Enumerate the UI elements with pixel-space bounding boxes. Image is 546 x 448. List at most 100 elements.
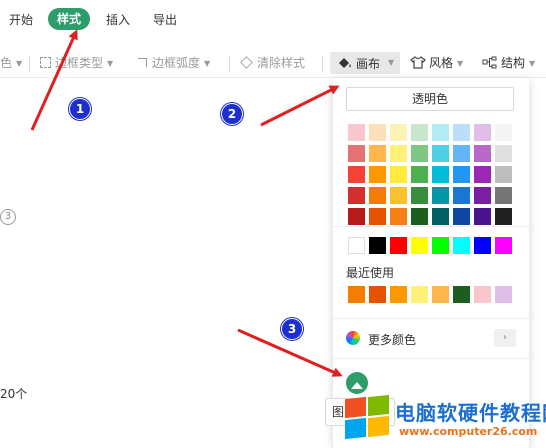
- color-swatch[interactable]: [348, 286, 365, 303]
- color-swatch[interactable]: [495, 166, 512, 183]
- color-wheel-icon: [346, 331, 360, 345]
- windows-logo-icon: [343, 394, 391, 440]
- more-colors-button[interactable]: 更多颜色 ›: [346, 329, 516, 349]
- color-swatch[interactable]: [453, 208, 470, 225]
- eraser-icon: [240, 56, 253, 69]
- watermark: 电脑软硬件教程网 www.computer26.com: [343, 392, 546, 448]
- color-swatch[interactable]: [474, 187, 491, 204]
- image-icon[interactable]: [346, 372, 368, 394]
- watermark-title: 电脑软硬件教程网: [395, 401, 546, 425]
- color-swatch[interactable]: [432, 286, 449, 303]
- color-swatch[interactable]: [348, 124, 365, 141]
- color-swatch[interactable]: [348, 237, 365, 254]
- color-swatch[interactable]: [369, 124, 386, 141]
- color-swatch[interactable]: [369, 145, 386, 162]
- color-swatch[interactable]: [390, 166, 407, 183]
- color-swatch[interactable]: [348, 166, 365, 183]
- color-swatch[interactable]: [474, 208, 491, 225]
- color-swatch[interactable]: [453, 286, 470, 303]
- color-swatch[interactable]: [474, 286, 491, 303]
- more-colors-label: 更多颜色: [368, 333, 417, 347]
- color-swatch[interactable]: [453, 187, 470, 204]
- color-swatch[interactable]: [411, 124, 428, 141]
- color-swatch[interactable]: [348, 145, 365, 162]
- color-swatch[interactable]: [495, 237, 512, 254]
- color-swatch[interactable]: [474, 145, 491, 162]
- color-swatch[interactable]: [348, 187, 365, 204]
- color-swatch[interactable]: [390, 237, 407, 254]
- color-swatch[interactable]: [495, 124, 512, 141]
- color-swatch[interactable]: [432, 145, 449, 162]
- color-swatch[interactable]: [390, 208, 407, 225]
- chevron-down-icon: ▼: [204, 58, 211, 68]
- color-swatch[interactable]: [411, 237, 428, 254]
- dashed-border-icon: [40, 57, 51, 68]
- color-swatch[interactable]: [411, 208, 428, 225]
- color-swatch[interactable]: [369, 166, 386, 183]
- toolbar-divider: [322, 56, 323, 72]
- color-swatch[interactable]: [432, 237, 449, 254]
- color-swatch[interactable]: [369, 237, 386, 254]
- color-swatch[interactable]: [411, 286, 428, 303]
- chevron-down-icon: ▼: [529, 58, 536, 68]
- tab-start[interactable]: 开始: [9, 11, 33, 28]
- structure-button[interactable]: 结构 ▼: [482, 54, 535, 72]
- color-swatch[interactable]: [390, 145, 407, 162]
- color-swatch[interactable]: [453, 237, 470, 254]
- clear-style-label: 清除样式: [257, 56, 306, 70]
- color-swatch[interactable]: [390, 286, 407, 303]
- color-swatch[interactable]: [495, 145, 512, 162]
- border-type-button[interactable]: 边框类型 ▼: [40, 54, 113, 72]
- chevron-right-icon: ›: [494, 329, 516, 347]
- tab-export[interactable]: 导出: [153, 11, 177, 28]
- color-swatch[interactable]: [390, 187, 407, 204]
- color-swatch[interactable]: [390, 124, 407, 141]
- transparent-color-button[interactable]: 透明色: [346, 87, 514, 111]
- color-swatch[interactable]: [495, 286, 512, 303]
- color-swatch[interactable]: [369, 208, 386, 225]
- step-badge-3: 3: [281, 318, 303, 340]
- arrow-to-canvas-button: [260, 85, 340, 127]
- border-radius-button[interactable]: 边框弧度 ▼: [138, 54, 210, 72]
- menu-bar: 开始 样式 插入 导出: [0, 0, 546, 38]
- color-swatch[interactable]: [495, 187, 512, 204]
- color-swatch[interactable]: [369, 187, 386, 204]
- toolbar-divider: [29, 56, 30, 72]
- border-type-label: 边框类型: [55, 56, 104, 70]
- border-radius-label: 边框弧度: [152, 56, 201, 70]
- step-badge-1: 1: [69, 98, 91, 120]
- circled-marker: 3: [0, 209, 16, 225]
- recent-divider: [333, 318, 529, 319]
- tab-style[interactable]: 样式: [48, 8, 91, 30]
- color-swatch[interactable]: [411, 166, 428, 183]
- clear-style-button[interactable]: 清除样式: [240, 54, 306, 72]
- color-swatch[interactable]: [411, 187, 428, 204]
- color-swatch[interactable]: [474, 237, 491, 254]
- color-swatch[interactable]: [453, 145, 470, 162]
- toolbar-color-partial[interactable]: 色 ▼: [0, 54, 22, 72]
- canvas-button[interactable]: 画布 ▼: [330, 52, 400, 74]
- color-swatch[interactable]: [432, 124, 449, 141]
- step-badge-2: 2: [221, 103, 243, 125]
- color-swatch[interactable]: [474, 124, 491, 141]
- count-text: 20个: [0, 387, 28, 401]
- tab-insert[interactable]: 插入: [106, 11, 130, 28]
- color-swatch[interactable]: [369, 286, 386, 303]
- canvas-label: 画布: [356, 57, 381, 71]
- color-swatch[interactable]: [453, 166, 470, 183]
- toolbar-divider: [229, 56, 230, 72]
- color-swatch[interactable]: [453, 124, 470, 141]
- arrow-to-style-tab: [30, 29, 78, 131]
- style-button[interactable]: 风格 ▼: [410, 54, 463, 72]
- color-swatch[interactable]: [411, 145, 428, 162]
- color-swatch[interactable]: [474, 166, 491, 183]
- color-swatch[interactable]: [348, 208, 365, 225]
- color-swatch[interactable]: [495, 208, 512, 225]
- structure-icon: [482, 56, 497, 69]
- color-swatch[interactable]: [432, 208, 449, 225]
- toolbar-color-label: 色: [0, 56, 13, 70]
- color-swatch[interactable]: [432, 166, 449, 183]
- corner-radius-icon: [138, 58, 147, 67]
- color-swatch[interactable]: [432, 187, 449, 204]
- more-divider: [333, 358, 529, 359]
